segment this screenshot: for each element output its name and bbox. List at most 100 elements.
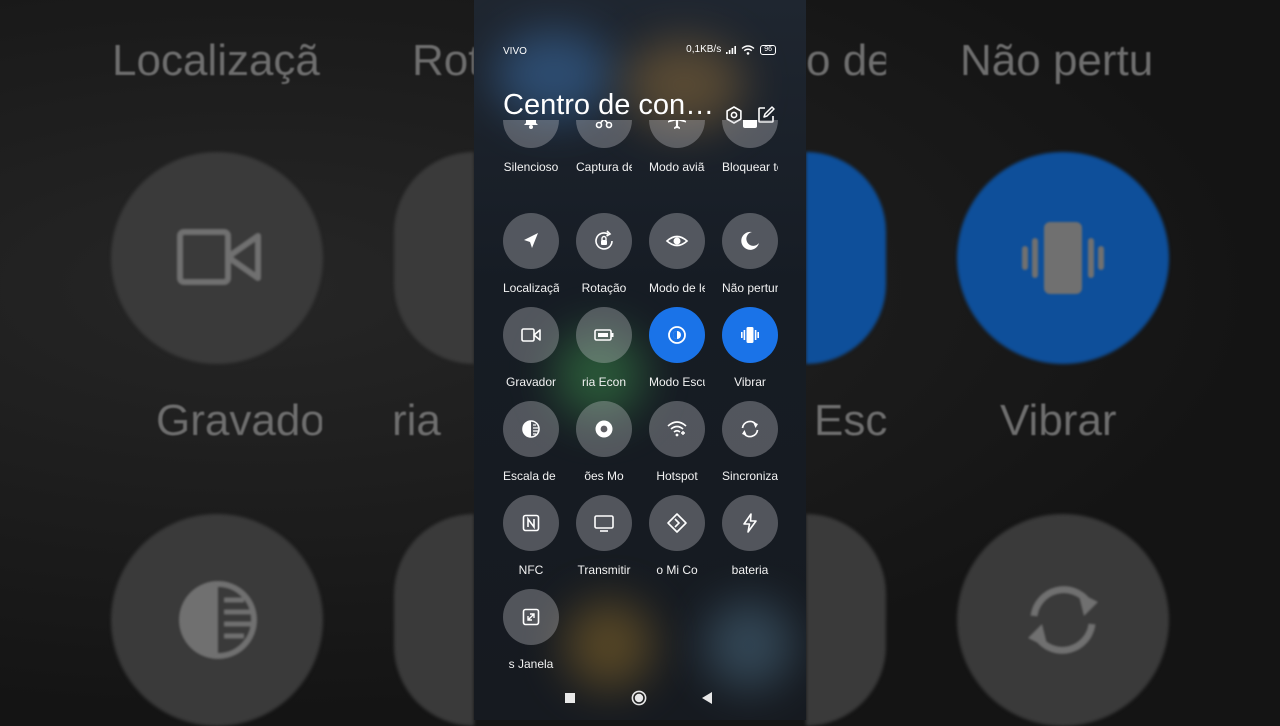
toggle-label: o Mi Co: [656, 563, 698, 577]
bg-label: Não pertu: [960, 36, 1154, 85]
bell-icon: [524, 120, 538, 129]
toggle-circle[interactable]: [576, 401, 632, 457]
bg-label: Localizaçã: [112, 36, 320, 85]
toggle-label: Hotspot: [656, 469, 698, 483]
toggle-nfc[interactable]: NFC: [503, 495, 559, 577]
toggle-circle[interactable]: [503, 401, 559, 457]
status-bar: VIVO 0,1KB/s 96: [503, 44, 776, 60]
toggle-circle[interactable]: [649, 495, 705, 551]
toggle-circle[interactable]: [503, 213, 559, 269]
bg-label: Esc: [814, 396, 888, 445]
vibrate-icon: [741, 327, 759, 343]
toggle-circle[interactable]: [649, 120, 705, 148]
toggle-circle[interactable]: [649, 307, 705, 363]
toggle-circle[interactable]: [722, 401, 778, 457]
toggle-circle[interactable]: [503, 495, 559, 551]
toggle-label: Modo de leitura: [649, 281, 705, 295]
toggle-circle[interactable]: [722, 120, 778, 148]
toggle-circle[interactable]: [503, 589, 559, 645]
toggle-circle[interactable]: [576, 495, 632, 551]
cast-screen-icon: [594, 515, 614, 532]
toggle-label: Captura de tela: [576, 160, 632, 174]
toggle-cast[interactable]: Transmitir: [576, 495, 632, 577]
toggle-label: bateria: [731, 563, 769, 577]
toggle-circle[interactable]: [722, 307, 778, 363]
toggle-label: Bloquear tela: [722, 160, 778, 174]
bg-label: Gravado: [156, 396, 322, 445]
toggle-location[interactable]: Localização: [503, 213, 559, 295]
grayscale-icon: [522, 420, 540, 438]
network-speed: 0,1KB/s: [686, 44, 722, 55]
circle-home-icon: [631, 690, 647, 706]
bg-label: ria: [392, 396, 441, 445]
toggle-label: Localização: [503, 281, 559, 295]
toggle-grid: Silencioso Captura de tela Modo avião Bl…: [503, 120, 783, 680]
toggle-dark-mode[interactable]: Modo Escuro: [649, 307, 705, 389]
bg-label: o de: [806, 36, 886, 85]
toggle-circle[interactable]: [576, 213, 632, 269]
toggle-label: Gravador: [505, 375, 557, 389]
location-arrow-icon: [524, 233, 538, 248]
dark-mode-icon: [668, 326, 686, 344]
back-button[interactable]: [697, 688, 717, 708]
bg-label: Vibrar: [1000, 396, 1117, 445]
toggle-label: ões Mo: [584, 469, 624, 483]
toggle-circle[interactable]: [722, 495, 778, 551]
toggle-mode[interactable]: ões Mo: [576, 401, 632, 483]
toggle-label: Rotação: [581, 281, 627, 295]
bg-tile: [806, 514, 886, 726]
toggle-label: NFC: [518, 563, 544, 577]
toggle-lock-screen[interactable]: Bloquear tela: [722, 120, 778, 174]
moon-icon: [741, 231, 759, 250]
toggle-label: ria Econ: [581, 375, 627, 389]
toggle-mi-share[interactable]: o Mi Co: [649, 495, 705, 577]
toggle-vibrate[interactable]: Vibrar: [722, 307, 778, 389]
control-center-panel: VIVO 0,1KB/s 96 Centro de controle Silen…: [474, 0, 806, 720]
triangle-back-icon: [702, 692, 712, 704]
bg-tile: [806, 152, 886, 364]
toggle-reading-mode[interactable]: Modo de leitura: [649, 213, 705, 295]
toggle-circle[interactable]: [503, 120, 559, 148]
toggle-circle[interactable]: [649, 213, 705, 269]
toggle-label: Sincronizar: [722, 469, 778, 483]
home-button[interactable]: [629, 688, 649, 708]
toggle-do-not-disturb[interactable]: Não perturbe: [722, 213, 778, 295]
square-icon: [565, 693, 575, 703]
toggle-label: s Janela: [508, 657, 554, 671]
toggle-sync[interactable]: Sincronizar: [722, 401, 778, 483]
toggle-label: Não perturbe: [722, 281, 778, 295]
mi-share-icon: [667, 513, 687, 533]
hotspot-icon: [667, 421, 687, 437]
eye-icon: [665, 235, 689, 247]
video-camera-icon: [177, 229, 261, 285]
lightning-icon: [743, 513, 757, 533]
toggle-airplane[interactable]: Modo avião: [649, 120, 705, 174]
toggle-label: Escala de cinza: [503, 469, 559, 483]
recents-button[interactable]: [560, 688, 580, 708]
toggle-label: Modo avião: [649, 160, 705, 174]
toggle-screen-recorder[interactable]: Gravador: [503, 307, 559, 389]
floating-window-icon: [522, 608, 540, 626]
toggle-hotspot[interactable]: Hotspot: [649, 401, 705, 483]
bg-label: Rot: [412, 36, 474, 85]
toggle-circle[interactable]: [649, 401, 705, 457]
toggle-rotation[interactable]: Rotação: [576, 213, 632, 295]
record-dot-icon: [595, 420, 613, 438]
rotation-lock-icon: [595, 230, 613, 250]
toggle-battery-saver[interactable]: ria Econ: [576, 307, 632, 389]
toggle-silent[interactable]: Silencioso: [503, 120, 559, 174]
vibrate-icon: [1022, 222, 1104, 294]
toggle-battery[interactable]: bateria: [722, 495, 778, 577]
carrier-label: VIVO: [503, 46, 527, 57]
battery-saver-icon: [594, 329, 614, 341]
scissors-icon: [595, 120, 613, 129]
toggle-grayscale[interactable]: Escala de cinza: [503, 401, 559, 483]
toggle-circle[interactable]: [503, 307, 559, 363]
toggle-circle[interactable]: [722, 213, 778, 269]
toggle-screenshot[interactable]: Captura de tela: [576, 120, 632, 174]
toggle-circle[interactable]: [576, 307, 632, 363]
toggle-circle[interactable]: [576, 120, 632, 148]
lock-icon: [743, 120, 757, 128]
navigation-bar: [474, 688, 806, 708]
toggle-floating-window[interactable]: s Janela: [503, 589, 559, 671]
